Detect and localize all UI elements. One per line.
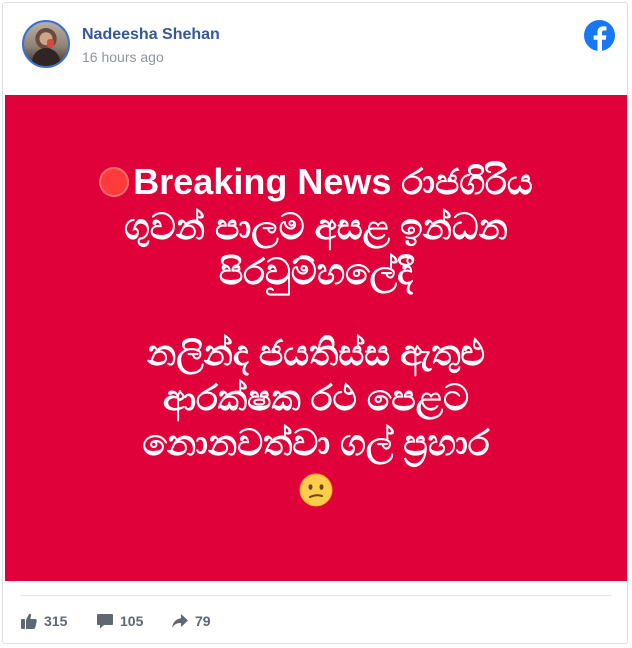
image-text-line: නලින්ද ජයතිස්ස ඇතුළු <box>146 332 486 373</box>
post-card: Nadeesha Shehan 16 hours ago Breaking Ne… <box>2 2 628 644</box>
facebook-icon[interactable] <box>584 20 615 51</box>
image-text-line <box>35 465 597 510</box>
image-text-line: නොනවත්වා ගල් ප්‍රහාර <box>142 422 490 463</box>
image-text-line: ආරක්ෂක රථ පෙළට <box>162 377 470 418</box>
stop-sign-icon <box>99 167 130 197</box>
post-image-text: Breaking News රාජගිරිය ගුවන් පාලම අසළ ඉන… <box>35 159 597 510</box>
confused-face-icon <box>299 473 333 507</box>
comment-count-label: 105 <box>120 613 144 629</box>
engagement-bar: 315 105 79 <box>3 603 627 639</box>
share-count[interactable]: 79 <box>171 611 211 631</box>
avatar-detail <box>47 39 54 48</box>
like-icon <box>21 613 37 629</box>
author-name[interactable]: Nadeesha Shehan <box>82 26 220 44</box>
avatar-figure <box>32 48 60 66</box>
comment-count[interactable]: 105 <box>96 611 143 631</box>
comment-icon <box>97 614 113 629</box>
like-count-label: 315 <box>44 613 68 629</box>
divider <box>20 595 612 596</box>
like-count[interactable]: 315 <box>20 611 67 631</box>
share-icon <box>172 614 188 628</box>
image-text-line: පිරවුම්හලේදී <box>218 251 414 292</box>
post-header: Nadeesha Shehan 16 hours ago <box>3 3 627 93</box>
share-count-label: 79 <box>195 613 211 629</box>
image-text-line: Breaking News රාජගිරිය <box>35 159 597 204</box>
post-image[interactable]: Breaking News රාජගිරිය ගුවන් පාලම අසළ ඉන… <box>5 95 627 581</box>
post-timestamp[interactable]: 16 hours ago <box>82 49 164 65</box>
image-text-line: ගුවන් පාලම අසළ ඉන්ධන <box>124 206 508 247</box>
avatar[interactable] <box>22 20 70 68</box>
